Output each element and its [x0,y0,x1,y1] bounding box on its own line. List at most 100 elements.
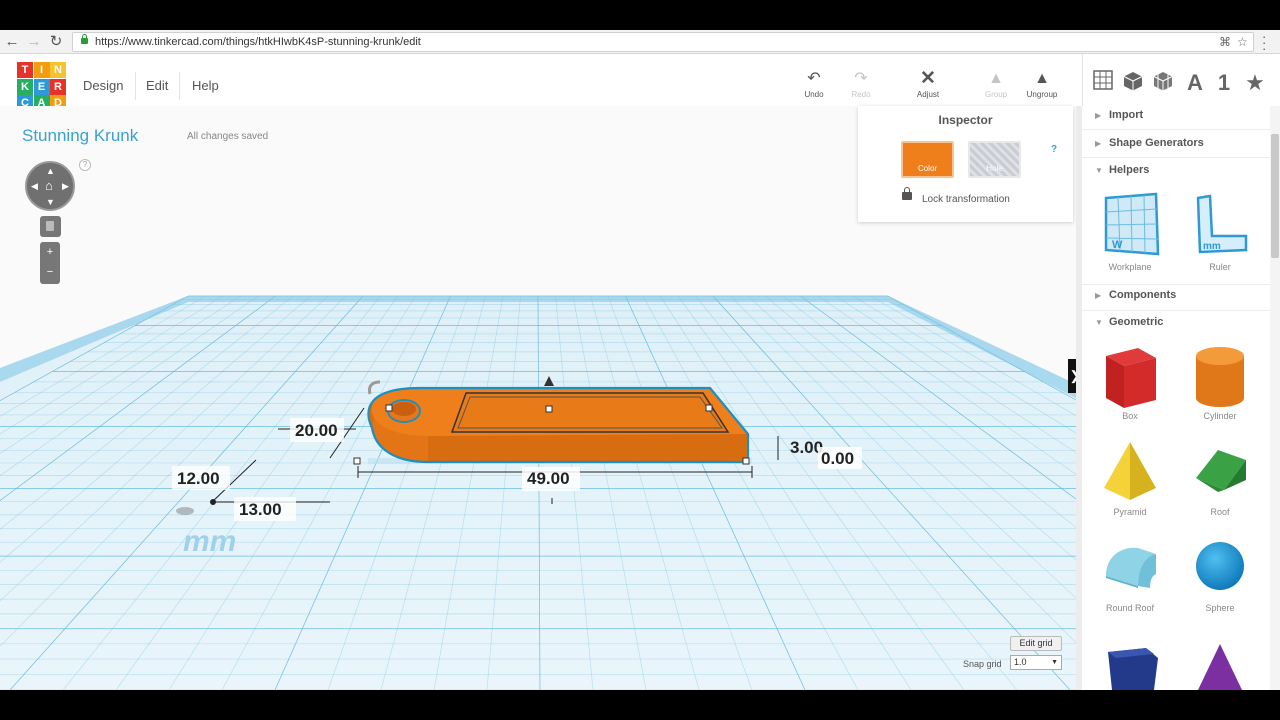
panel-scrollbar-thumb[interactable] [1271,134,1279,258]
section-components[interactable]: ▶ Components [1082,286,1268,308]
redo-button[interactable]: ↷ Redo [839,68,883,108]
snap-grid-label: Snap grid [963,659,1002,669]
shape-label: Cylinder [1203,411,1237,421]
chevron-down-icon: ▼ [1095,318,1103,327]
logo-letter: T [17,62,33,78]
section-divider [1082,129,1270,130]
box-icon [1106,348,1156,408]
back-icon[interactable]: ← [3,33,21,51]
section-shape-generators[interactable]: ▶ Shape Generators [1082,134,1268,156]
shape-cone[interactable] [1180,630,1260,690]
tinkercad-logo[interactable]: T I N K E R C A D [17,62,66,111]
origin-shadow [176,507,194,515]
color-label: Color [917,164,938,173]
group-label: Group [984,90,1008,99]
inspector-title: Inspector [938,113,993,127]
edit-grid-button[interactable]: Edit grid [1010,636,1062,651]
redo-label: Redo [851,90,871,99]
origin-marker [210,499,216,505]
shape-label: Roof [1210,507,1230,517]
reload-icon[interactable]: ↻ [47,33,65,51]
browser-menu-icon[interactable]: · · · [1262,30,1266,55]
helper-workplane[interactable]: W Workplane [1090,192,1170,278]
address-bar[interactable]: https://www.tinkercad.com/things/htkHIwb… [72,32,1254,52]
section-geometric[interactable]: ▼ Geometric [1082,313,1268,335]
forward-icon[interactable]: → [25,33,43,51]
zoom-control[interactable]: + − [40,242,60,284]
section-divider [1082,310,1270,311]
group-icon: ▲ [988,70,1004,87]
shape-box[interactable]: Box [1090,342,1170,428]
shapes-panel: ▶ Import ▶ Shape Generators ▼ Helpers W … [1082,106,1280,690]
undo-button[interactable]: ↶ Undo [792,68,836,108]
save-status: All changes saved [187,131,269,142]
app: ← → ↻ https://www.tinkercad.com/things/h… [0,0,1280,720]
shape-roof[interactable]: Roof [1180,438,1260,524]
workplane-icon: W [1104,192,1160,256]
translate-icon[interactable]: ⌘ [1219,35,1231,49]
navigator-help-icon[interactable]: ? [79,159,91,171]
fit-view-button[interactable] [40,216,61,237]
section-helpers[interactable]: ▼ Helpers [1082,161,1268,183]
solid-cube-icon[interactable] [1120,70,1146,96]
zoom-in-icon[interactable]: + [40,242,60,262]
section-title: Shape Generators [1109,137,1204,149]
url-text: https://www.tinkercad.com/things/htkHIwb… [95,36,421,48]
snap-grid-select[interactable]: 1.0 ▼ [1010,655,1062,670]
keychain-shape[interactable] [367,386,750,464]
menu-divider [135,72,136,100]
shape-label: Sphere [1205,603,1235,613]
width-dimension: 49.00 [527,469,570,488]
shape-round-roof[interactable]: Round Roof [1090,534,1170,620]
browser-toolbar: ← → ↻ https://www.tinkercad.com/things/h… [0,30,1280,55]
section-import[interactable]: ▶ Import [1082,106,1268,128]
chevron-right-icon: ▶ [1095,139,1102,148]
orbit-left-icon[interactable]: ◀ [31,181,38,192]
inspector-help-icon[interactable]: ? [1051,144,1057,155]
pyramid-icon [1104,442,1156,500]
wireframe-cube-icon[interactable] [1150,70,1176,96]
zoom-out-icon[interactable]: − [40,262,60,282]
undo-label: Undo [804,90,824,99]
secure-lock-icon [81,34,88,44]
lock-icon[interactable] [902,187,912,200]
bookmark-star-icon[interactable]: ☆ [1237,35,1248,49]
text-shape-icon[interactable]: A [1182,70,1208,96]
group-button[interactable]: ▲ Group [974,68,1018,108]
view-navigator[interactable]: ▲ ▼ ◀ ▶ ⌂ [25,161,75,211]
helper-ruler[interactable]: mm Ruler [1180,192,1260,278]
hole-swatch[interactable]: Hole [968,141,1021,178]
home-view-icon[interactable]: ⌂ [45,178,53,193]
cylinder-icon [1196,347,1244,407]
orbit-down-icon[interactable]: ▼ [46,197,55,207]
shape-polygon[interactable] [1090,630,1170,690]
lock-transformation-label[interactable]: Lock transformation [922,194,1010,205]
shape-sphere[interactable]: Sphere [1180,534,1260,620]
ungroup-icon: ▲ [1034,70,1050,87]
ruler-icon: mm [1196,194,1248,254]
grid-view-icon[interactable] [1090,70,1116,96]
menu-divider [179,72,180,100]
color-swatch[interactable]: Color [901,141,954,178]
shape-pyramid[interactable]: Pyramid [1090,438,1170,524]
orbit-up-icon[interactable]: ▲ [46,166,55,176]
ungroup-button[interactable]: ▲ Ungroup [1020,68,1064,108]
section-title: Geometric [1109,316,1164,328]
inspector-panel: Inspector Color Hole ? Lock transformati… [858,106,1073,222]
shape-label: Box [1122,411,1138,421]
redo-icon: ↷ [854,70,868,87]
section-title: Components [1109,289,1177,301]
chevron-down-icon: ▼ [1095,166,1103,175]
shape-cylinder[interactable]: Cylinder [1180,342,1260,428]
design-title[interactable]: Stunning Krunk [22,126,138,146]
orbit-right-icon[interactable]: ▶ [62,181,69,192]
number-shape-icon[interactable]: 1 [1211,70,1237,96]
svg-text:W: W [1112,239,1123,251]
depth-dimension: 12.00 [177,469,220,488]
adjust-button[interactable]: ✕ Adjust [906,68,950,108]
shape-label: Ruler [1209,262,1231,272]
section-divider [1082,284,1270,285]
adjust-label: Adjust [916,90,940,99]
favorites-star-icon[interactable]: ★ [1242,70,1268,96]
unit-label: mm [183,525,236,558]
